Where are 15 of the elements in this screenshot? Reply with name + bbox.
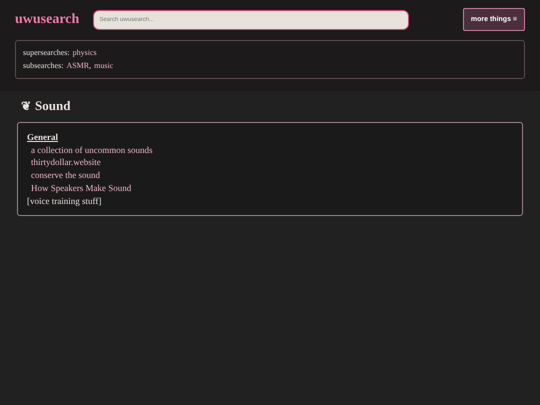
heading-glyph: ❦ [21, 98, 31, 114]
resource-link[interactable]: a collection of uncommon sounds [31, 144, 152, 155]
separator: , [89, 60, 92, 72]
section-title: General [27, 132, 58, 142]
page-title: Sound [35, 98, 70, 114]
related-label: supersearches: [23, 47, 70, 59]
resource-link[interactable]: thirtydollar.website [31, 157, 101, 168]
related-label: subsearches: [23, 60, 64, 72]
related-link[interactable]: ASMR [66, 60, 90, 72]
resource-link[interactable]: conserve the sound [31, 170, 100, 180]
resource-link[interactable]: How Speakers Make Sound [31, 182, 132, 193]
logo[interactable]: uwusearch [15, 12, 80, 28]
related-link[interactable]: music [94, 60, 114, 72]
collapsed-section[interactable]: [voice training stuff] [27, 196, 102, 206]
related-link[interactable]: physics [72, 47, 97, 60]
